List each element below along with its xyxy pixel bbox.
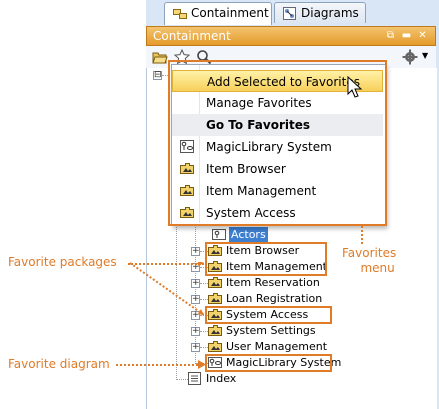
expand-icon[interactable]: + [191,343,200,352]
tree-item-label: Item Reservation [226,276,320,289]
package-icon [208,277,222,288]
favorite-packages-leader-diagonal [129,262,205,316]
open-folder-icon[interactable] [152,49,168,65]
favorite-diagram-leader [116,364,202,366]
tab-label: Diagrams [301,6,359,20]
favorite-diagram-highlight [205,354,332,372]
containment-icon [173,9,187,19]
gear-icon[interactable] [402,49,418,65]
root-expander[interactable]: ⊟ [153,71,162,80]
annotation-favorites-menu: Favorites menu [342,246,396,276]
tab-label: Containment [191,6,269,20]
favorites-menu-leader [361,226,363,244]
panel-title: Containment [153,29,231,43]
close-icon[interactable]: ✕ [417,30,428,41]
tree-item-label: User Management [226,340,328,353]
annotation-favorite-diagram: Favorite diagram [8,357,110,371]
expand-icon[interactable]: + [191,247,200,256]
chevron-down-icon[interactable]: ▼ [422,51,428,60]
favorite-packages-highlight [205,242,327,276]
tree-connector [177,379,188,381]
annotation-line: menu [360,261,395,275]
tab-containment[interactable]: Containment [164,2,272,25]
tree-item-label: Index [206,372,237,385]
annotation-line: Favorites [342,246,397,260]
panel-title-bar: Containment ⧉ ▬ ✕ [146,26,436,46]
tree-connector [200,331,208,333]
index-icon [188,372,201,385]
diagrams-icon [283,7,296,20]
tree-item-label: Loan Registration [226,292,323,305]
minimize-icon[interactable]: ▬ [401,30,412,41]
diagram-icon [212,229,226,240]
package-icon [208,341,222,352]
tree-connector [200,347,208,349]
tab-diagrams[interactable]: Diagrams [274,2,366,23]
tree-item-label: System Settings [226,324,316,337]
package-icon [208,325,222,336]
expand-icon[interactable]: + [191,327,200,336]
arrow-head-icon [198,360,206,369]
favorite-package-highlight [205,306,332,324]
mouse-cursor-icon [347,76,363,98]
annotation-favorite-packages: Favorite packages [8,255,117,269]
tree-selected-label: Actors [229,227,268,243]
restore-icon[interactable]: ⧉ [385,30,396,41]
package-icon [208,293,222,304]
